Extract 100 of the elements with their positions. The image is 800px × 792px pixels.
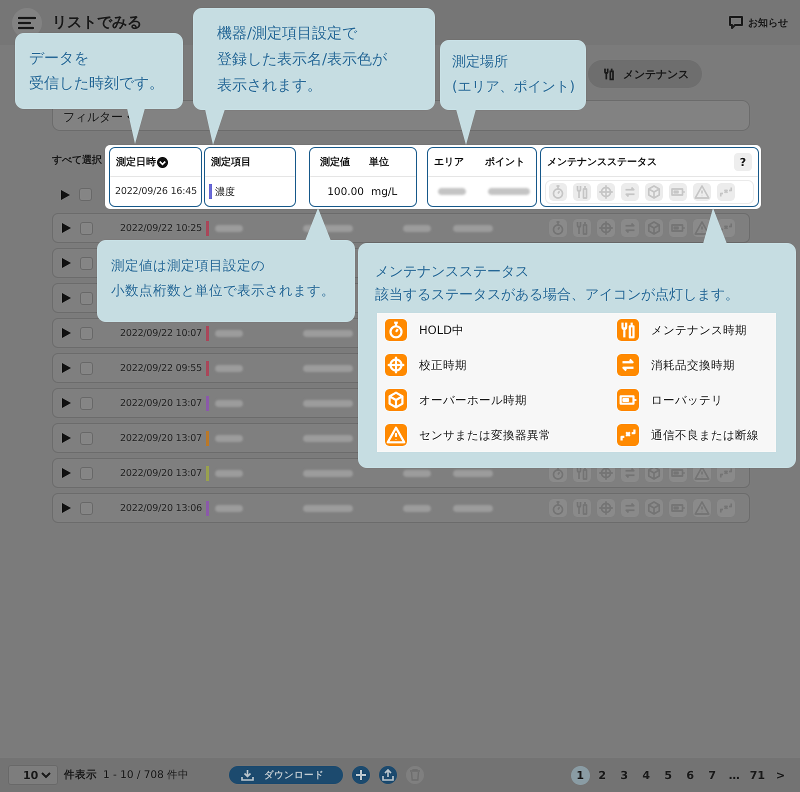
row-checkbox[interactable] <box>80 222 93 234</box>
blurred-value <box>215 434 243 442</box>
expand-icon[interactable] <box>62 363 71 373</box>
page-size-label: 件表示 <box>64 768 97 782</box>
page-button[interactable]: 5 <box>658 766 678 784</box>
column-header[interactable]: 単位 <box>369 155 389 169</box>
expand-icon[interactable] <box>62 398 71 408</box>
callout-text: 測定値は測定項目設定の <box>111 257 266 276</box>
date-cell-text: 2022/09/22 10:07 <box>119 328 203 338</box>
legend-label: 通信不良または断線 <box>651 428 759 442</box>
page-button[interactable]: … <box>724 766 744 784</box>
expand-icon[interactable] <box>61 190 70 200</box>
menu-button[interactable] <box>12 8 42 38</box>
select-all-label: すべて選択 <box>52 154 103 167</box>
legend-label: HOLD中 <box>419 322 464 338</box>
callout-text: 測定場所 <box>452 53 509 72</box>
row-checkbox[interactable] <box>80 502 93 514</box>
blurred-value <box>488 188 530 195</box>
warning-icon <box>693 182 711 200</box>
expand-icon[interactable] <box>62 468 71 478</box>
callout-text: 小数点桁数と単位で表示されます。 <box>111 282 336 301</box>
legend-label: ローバッテリ <box>651 392 723 408</box>
page-button[interactable]: 4 <box>636 766 656 784</box>
column-header[interactable]: 測定項目 <box>211 155 251 169</box>
expand-icon[interactable] <box>62 328 71 338</box>
menu-icon <box>18 16 36 30</box>
blurred-value <box>303 400 353 406</box>
timer-icon <box>385 319 407 341</box>
page-title: リストでみる <box>52 13 142 32</box>
legend-label: オーバーホール時期 <box>419 392 527 408</box>
row-checkbox[interactable] <box>80 432 93 444</box>
download-button[interactable]: ダウンロード <box>229 766 344 784</box>
page-button[interactable]: 3 <box>614 766 634 784</box>
expand-icon[interactable] <box>62 293 71 303</box>
callout-text: 機器/測定項目設定で <box>217 23 358 44</box>
column-header[interactable]: エリア <box>434 155 464 169</box>
value-cell-text: 100.00 <box>326 186 364 198</box>
timer-icon <box>549 182 567 200</box>
arrows-icon <box>621 182 639 200</box>
table-row[interactable]: 2022/09/22 10:25 <box>52 213 750 243</box>
expand-icon[interactable] <box>62 223 71 233</box>
page-button[interactable]: 7 <box>702 766 722 784</box>
date-cell-text: 2022/09/20 13:06 <box>119 502 203 514</box>
chevron-down-icon <box>41 771 51 779</box>
blurred-value <box>303 504 353 512</box>
notice-button[interactable]: お知らせ <box>728 15 788 30</box>
date-cell-text: 2022/09/20 13:07 <box>119 468 203 478</box>
expand-icon[interactable] <box>62 258 71 268</box>
callout-text: メンテナンスステータス <box>375 263 530 282</box>
chat-icon <box>728 15 744 30</box>
broken-link-icon <box>617 424 639 446</box>
plus-icon <box>356 770 366 780</box>
legend-label: メンテナンス時期 <box>651 322 747 338</box>
upload-icon <box>382 769 394 781</box>
tools-icon <box>573 182 591 200</box>
callout-text: データを <box>29 48 90 69</box>
arrows-icon <box>617 354 639 376</box>
blurred-value <box>215 400 243 406</box>
legend-label: 消耗品交換時期 <box>651 358 735 372</box>
range-text: 1 - 10 / 708 件中 <box>103 768 190 782</box>
page-button[interactable]: 71 <box>746 766 768 784</box>
page-button[interactable]: 6 <box>680 766 700 784</box>
date-cell: 2022/09/26 16:45 <box>115 186 197 197</box>
upload-button[interactable] <box>379 766 398 784</box>
row-checkbox[interactable] <box>80 326 93 340</box>
row-checkbox[interactable] <box>80 256 93 270</box>
blurred-value <box>403 470 431 476</box>
column-header[interactable]: ポイント <box>485 155 525 169</box>
row-checkbox[interactable] <box>80 362 93 374</box>
column-header[interactable]: 測定日時 <box>116 155 156 169</box>
blurred-value <box>453 224 493 232</box>
blurred-value <box>453 504 493 512</box>
row-checkbox[interactable] <box>79 188 92 201</box>
table-row[interactable]: 2022/09/20 13:06 <box>52 493 750 523</box>
row-checkbox[interactable] <box>80 292 93 304</box>
expand-icon[interactable] <box>62 503 71 513</box>
date-cell-text: 2022/09/22 09:55 <box>119 362 203 374</box>
callout-text: 表示されます。 <box>217 75 323 96</box>
blurred-value <box>215 470 243 476</box>
callout-text: 受信した時刻です。 <box>29 73 165 94</box>
unit-cell: mg/L <box>371 186 398 198</box>
blurred-value <box>215 224 243 232</box>
expand-icon[interactable] <box>62 433 71 443</box>
row-checkbox[interactable] <box>80 396 93 410</box>
callout-text: 登録した表示名/表示色が <box>217 49 388 70</box>
next-page-button[interactable]: > <box>771 766 790 784</box>
row-checkbox[interactable] <box>80 466 93 480</box>
crosshair-icon <box>597 182 615 200</box>
blurred-value <box>215 504 243 512</box>
item-cell-text: 濃度 <box>215 186 235 198</box>
page-button[interactable]: 2 <box>592 766 612 784</box>
sort-down-icon[interactable] <box>157 156 168 168</box>
help-button[interactable]: ? <box>734 153 752 171</box>
page-size-select[interactable]: 10 <box>8 765 58 785</box>
warning-icon <box>385 424 407 446</box>
column-header[interactable]: メンテナンスステータス <box>547 155 657 169</box>
tab[interactable]: メンテナンス <box>588 60 702 88</box>
page-button[interactable]: 1 <box>570 766 590 784</box>
add-button[interactable] <box>352 766 370 784</box>
column-header[interactable]: 測定値 <box>320 155 350 169</box>
